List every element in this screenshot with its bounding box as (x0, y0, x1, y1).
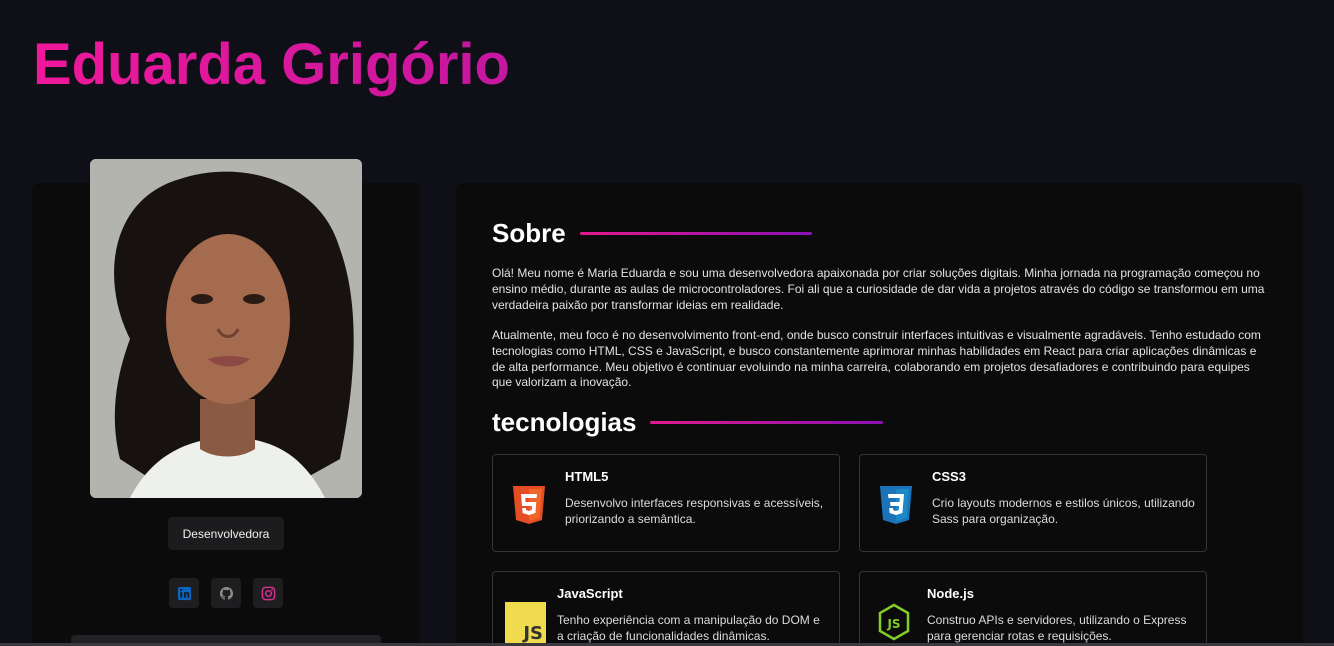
about-title: Sobre (492, 218, 566, 248)
github-icon (219, 586, 233, 600)
tech-title: CSS3 (932, 469, 966, 484)
nodejs-icon: JS (878, 603, 910, 641)
about-header: Sobre (492, 218, 812, 249)
linkedin-link[interactable] (169, 578, 199, 608)
site-title: Eduarda Grigório (33, 32, 510, 97)
role-badge: Desenvolvedora (168, 517, 284, 550)
tech-description: Desenvolvo interfaces responsivas e aces… (565, 496, 824, 526)
github-link[interactable] (211, 578, 241, 608)
technologies-title: tecnologias (492, 407, 637, 437)
tech-card-css3[interactable]: CSS3 Crio layouts modernos e estilos úni… (859, 454, 1207, 552)
css3-icon (880, 486, 912, 524)
svg-text:JS: JS (521, 623, 543, 643)
instagram-icon (261, 586, 275, 600)
svg-text:JS: JS (886, 617, 900, 631)
javascript-icon: JS (505, 602, 546, 643)
tech-title: JavaScript (557, 586, 623, 601)
profile-photo (90, 159, 362, 498)
tech-title: Node.js (927, 586, 974, 601)
about-paragraph-1: Olá! Meu nome é Maria Eduarda e sou uma … (492, 266, 1265, 312)
html5-icon (513, 486, 545, 524)
tech-description: Construo APIs e servidores, utilizando o… (927, 613, 1187, 643)
about-title-underline (579, 232, 812, 235)
technologies-header: tecnologias (492, 407, 884, 438)
tech-card-html5[interactable]: HTML5 Desenvolvo interfaces responsivas … (492, 454, 840, 552)
technologies-title-underline (650, 421, 884, 424)
tech-description: Tenho experiência com a manipulação do D… (557, 613, 820, 643)
linkedin-icon (177, 586, 191, 600)
about-paragraph-2: Atualmente, meu foco é no desenvolviment… (492, 328, 1261, 390)
tech-title: HTML5 (565, 469, 609, 484)
tech-description: Crio layouts modernos e estilos únicos, … (932, 496, 1195, 526)
tech-card-nodejs[interactable]: JS Node.js Construo APIs e servidores, u… (859, 571, 1207, 646)
instagram-link[interactable] (253, 578, 283, 608)
tech-card-javascript[interactable]: JS JavaScript Tenho experiência com a ma… (492, 571, 840, 646)
